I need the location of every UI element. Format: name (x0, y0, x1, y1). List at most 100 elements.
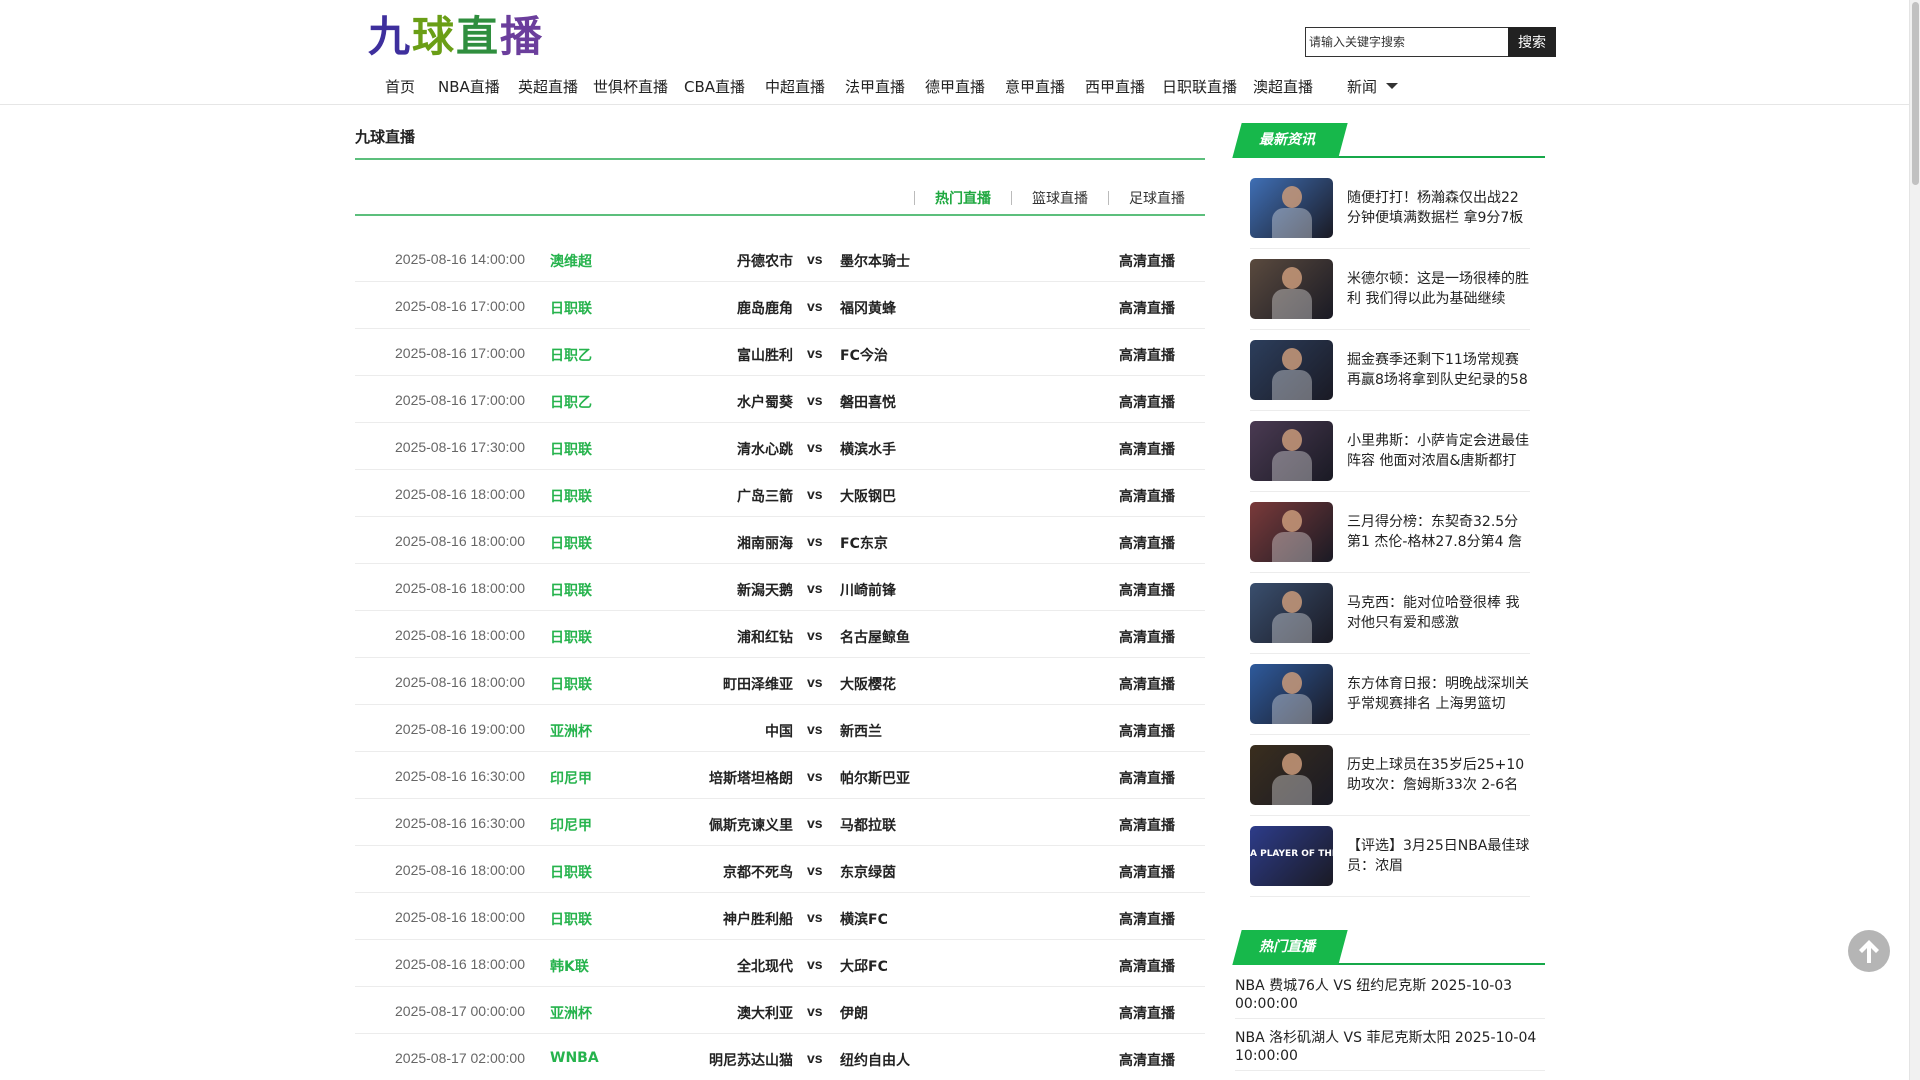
match-row[interactable]: 2025-08-16 17:00:00 日职联 鹿岛鹿角 vs 福冈黄蜂 高清直播 (355, 282, 1205, 329)
nav-item[interactable]: 首页 (370, 76, 438, 97)
news-title[interactable]: 历史上球员在35岁后25+10助攻次：詹姆斯33次 2-6名合 (1347, 755, 1530, 795)
hd-live-link[interactable]: 高清直播 (1119, 345, 1175, 365)
match-league[interactable]: 日职联 (550, 298, 592, 318)
tab-0[interactable]: 热门直播 (935, 188, 991, 208)
home-team[interactable]: 湘南丽海 (737, 533, 793, 553)
home-team[interactable]: 中国 (765, 721, 793, 741)
hot-live-item[interactable]: NBA 费城76人 VS 纽约尼克斯 2025-10-04 (1235, 1071, 1545, 1080)
away-team[interactable]: FC东京 (840, 533, 888, 553)
news-title[interactable]: 随便打打！杨瀚森仅出战22分钟便填满数据栏 拿9分7板 (1347, 188, 1530, 228)
match-league[interactable]: 韩K联 (550, 956, 589, 976)
home-team[interactable]: 全北现代 (737, 956, 793, 976)
hd-live-link[interactable]: 高清直播 (1119, 909, 1175, 929)
hd-live-link[interactable]: 高清直播 (1119, 439, 1175, 459)
hd-live-link[interactable]: 高清直播 (1119, 298, 1175, 318)
away-team[interactable]: 大邱FC (840, 956, 888, 976)
match-row[interactable]: 2025-08-16 18:00:00 日职联 神户胜利船 vs 横滨FC 高清直播 (355, 893, 1205, 940)
away-team[interactable]: 大阪钢巴 (840, 486, 896, 506)
news-item[interactable]: 小里弗斯：小萨肯定会进最佳阵容 他面对浓眉&唐斯都打 (1250, 411, 1530, 492)
nav-item[interactable]: CBA直播 (684, 76, 765, 97)
tab-2[interactable]: 足球直播 (1129, 188, 1185, 208)
hd-live-link[interactable]: 高清直播 (1119, 674, 1175, 694)
news-thumbnail[interactable] (1250, 340, 1333, 400)
nav-item[interactable]: 日职联直播 (1162, 76, 1253, 97)
news-item[interactable]: 三月得分榜：东契奇32.5分第1 杰伦-格林27.8分第4 詹 (1250, 492, 1530, 573)
news-thumbnail[interactable] (1250, 745, 1333, 805)
match-league[interactable]: 日职联 (550, 674, 592, 694)
match-row[interactable]: 2025-08-16 17:30:00 日职联 清水心跳 vs 横滨水手 高清直播 (355, 423, 1205, 470)
away-team[interactable]: 马都拉联 (840, 815, 896, 835)
hd-live-link[interactable]: 高清直播 (1119, 627, 1175, 647)
news-thumbnail[interactable] (1250, 664, 1333, 724)
home-team[interactable]: 明尼苏达山猫 (709, 1050, 793, 1070)
hd-live-link[interactable]: 高清直播 (1119, 862, 1175, 882)
match-row[interactable]: 2025-08-16 17:00:00 日职乙 水户蜀葵 vs 磐田喜悦 高清直播 (355, 376, 1205, 423)
match-row[interactable]: 2025-08-16 18:00:00 日职联 湘南丽海 vs FC东京 高清直播 (355, 517, 1205, 564)
away-team[interactable]: FC今治 (840, 345, 888, 365)
match-row[interactable]: 2025-08-17 00:00:00 亚洲杯 澳大利亚 vs 伊朗 高清直播 (355, 987, 1205, 1034)
back-to-top-button[interactable] (1848, 930, 1890, 972)
page-scrollbar[interactable] (1909, 0, 1920, 1080)
news-title[interactable]: 米德尔顿：这是一场很棒的胜利 我们得以此为基础继续 (1347, 269, 1530, 309)
home-team[interactable]: 京都不死鸟 (723, 862, 793, 882)
away-team[interactable]: 墨尔本骑士 (840, 251, 910, 271)
match-league[interactable]: 亚洲杯 (550, 1003, 592, 1023)
nav-item[interactable]: 世俱杯直播 (593, 76, 684, 97)
hd-live-link[interactable]: 高清直播 (1119, 392, 1175, 412)
nav-item[interactable]: NBA直播 (438, 76, 518, 97)
nav-item[interactable]: 西甲直播 (1085, 76, 1162, 97)
away-team[interactable]: 横滨FC (840, 909, 888, 929)
news-thumbnail[interactable] (1250, 502, 1333, 562)
news-thumbnail[interactable] (1250, 259, 1333, 319)
home-team[interactable]: 鹿岛鹿角 (737, 298, 793, 318)
search-input[interactable] (1305, 27, 1508, 57)
news-title[interactable]: 三月得分榜：东契奇32.5分第1 杰伦-格林27.8分第4 詹 (1347, 512, 1530, 552)
news-item[interactable]: 米德尔顿：这是一场很棒的胜利 我们得以此为基础继续 (1250, 249, 1530, 330)
match-league[interactable]: 日职乙 (550, 392, 592, 412)
news-thumbnail[interactable] (1250, 178, 1333, 238)
away-team[interactable]: 东京绿茵 (840, 862, 896, 882)
nav-item[interactable]: 澳超直播 (1253, 76, 1347, 97)
home-team[interactable]: 丹德农市 (737, 251, 793, 271)
match-league[interactable]: 日职乙 (550, 345, 592, 365)
match-league[interactable]: WNBA (550, 1050, 599, 1066)
hd-live-link[interactable]: 高清直播 (1119, 251, 1175, 271)
caret-down-icon[interactable] (1386, 83, 1399, 89)
hd-live-link[interactable]: 高清直播 (1119, 533, 1175, 553)
match-row[interactable]: 2025-08-16 17:00:00 日职乙 富山胜利 vs FC今治 高清直播 (355, 329, 1205, 376)
match-league[interactable]: 日职联 (550, 627, 592, 647)
match-league[interactable]: 澳维超 (550, 251, 592, 271)
news-title[interactable]: 【评选】3月25日NBA最佳球员：浓眉 (1347, 836, 1530, 876)
home-team[interactable]: 培斯塔坦格朗 (709, 768, 793, 788)
match-league[interactable]: 日职联 (550, 862, 592, 882)
away-team[interactable]: 纽约自由人 (840, 1050, 910, 1070)
tab-1[interactable]: 篮球直播 (1032, 188, 1088, 208)
news-title[interactable]: 东方体育日报：明晚战深圳关乎常规赛排名 上海男篮切 (1347, 674, 1530, 714)
hd-live-link[interactable]: 高清直播 (1119, 580, 1175, 600)
home-team[interactable]: 浦和红钻 (737, 627, 793, 647)
match-row[interactable]: 2025-08-16 16:30:00 印尼甲 佩斯克谏义里 vs 马都拉联 高清直播 (355, 799, 1205, 846)
hot-live-item[interactable]: NBA 洛杉矶湖人 VS 菲尼克斯太阳 2025-10-04 10:00:00 (1235, 1019, 1545, 1071)
match-league[interactable]: 日职联 (550, 439, 592, 459)
match-league[interactable]: 日职联 (550, 580, 592, 600)
news-title[interactable]: 小里弗斯：小萨肯定会进最佳阵容 他面对浓眉&唐斯都打 (1347, 431, 1530, 471)
match-row[interactable]: 2025-08-17 02:00:00 WNBA 明尼苏达山猫 vs 纽约自由人 高清直播 (355, 1034, 1205, 1080)
match-row[interactable]: 2025-08-16 18:00:00 日职联 町田泽维亚 vs 大阪樱花 高清直播 (355, 658, 1205, 705)
home-team[interactable]: 新潟天鹅 (737, 580, 793, 600)
home-team[interactable]: 町田泽维亚 (723, 674, 793, 694)
hd-live-link[interactable]: 高清直播 (1119, 815, 1175, 835)
match-row[interactable]: 2025-08-16 19:00:00 亚洲杯 中国 vs 新西兰 高清直播 (355, 705, 1205, 752)
news-item[interactable]: 历史上球员在35岁后25+10助攻次：詹姆斯33次 2-6名合 (1250, 735, 1530, 816)
nav-item[interactable]: 德甲直播 (925, 76, 1005, 97)
away-team[interactable]: 帕尔斯巴亚 (840, 768, 910, 788)
away-team[interactable]: 磐田喜悦 (840, 392, 896, 412)
home-team[interactable]: 澳大利亚 (737, 1003, 793, 1023)
hd-live-link[interactable]: 高清直播 (1119, 486, 1175, 506)
away-team[interactable]: 川崎前锋 (840, 580, 896, 600)
match-row[interactable]: 2025-08-16 16:30:00 印尼甲 培斯塔坦格朗 vs 帕尔斯巴亚 高清直播 (355, 752, 1205, 799)
nav-item[interactable]: 英超直播 (518, 76, 593, 97)
away-team[interactable]: 伊朗 (840, 1003, 868, 1023)
match-league[interactable]: 印尼甲 (550, 768, 592, 788)
match-row[interactable]: 2025-08-16 18:00:00 日职联 广岛三箭 vs 大阪钢巴 高清直播 (355, 470, 1205, 517)
match-league[interactable]: 印尼甲 (550, 815, 592, 835)
